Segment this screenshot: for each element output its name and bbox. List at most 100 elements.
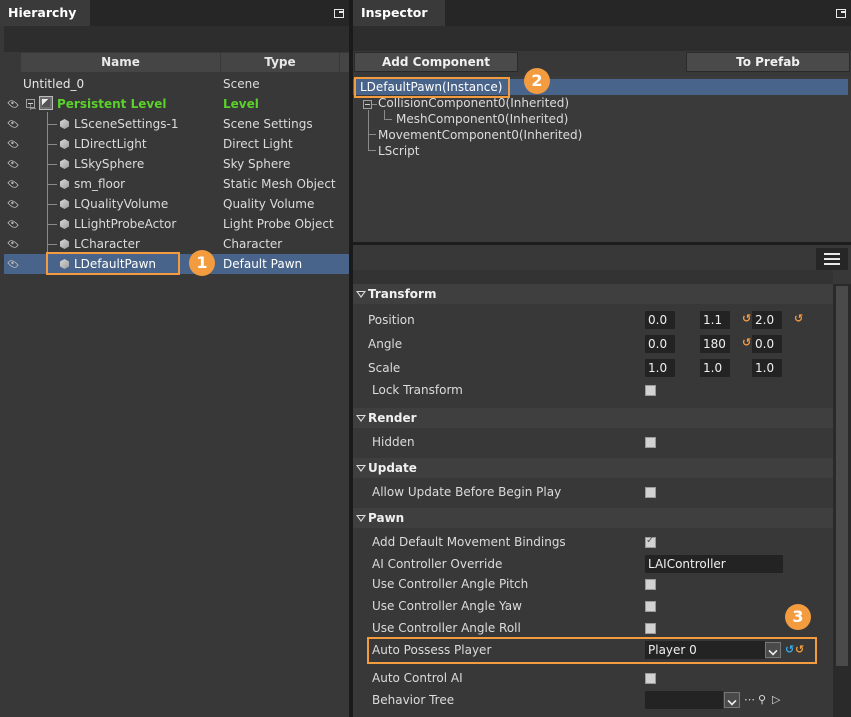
component-row-lscript[interactable]: LScript bbox=[378, 143, 420, 159]
inspector-tab-strip bbox=[445, 0, 851, 26]
hidden-checkbox[interactable] bbox=[645, 437, 656, 448]
scale-label: Scale bbox=[368, 361, 401, 375]
hierarchy-row-untitled[interactable]: Untitled_0 Scene bbox=[4, 74, 349, 94]
scrollbar-thumb[interactable] bbox=[836, 286, 848, 666]
hierarchy-row-direct-light[interactable]: LDirectLight Direct Light bbox=[4, 134, 349, 154]
tree-line bbox=[368, 150, 376, 151]
section-pawn[interactable]: Pawn bbox=[353, 508, 833, 528]
section-label: Render bbox=[368, 411, 417, 425]
hierarchy-row-quality-volume[interactable]: LQualityVolume Quality Volume bbox=[4, 194, 349, 214]
hamburger-menu-icon[interactable] bbox=[816, 248, 848, 270]
pin-icon[interactable] bbox=[333, 7, 345, 19]
actor-cube-icon bbox=[59, 118, 70, 130]
reset-arrow-icon[interactable]: ↺ bbox=[742, 336, 751, 349]
hierarchy-row-scene-settings[interactable]: LSceneSettings-1 Scene Settings bbox=[4, 114, 349, 134]
column-header-type[interactable]: Type bbox=[221, 53, 339, 72]
angle-y-field[interactable]: 180 bbox=[700, 335, 730, 353]
section-label: Update bbox=[368, 461, 417, 475]
inspector-tab[interactable]: Inspector bbox=[353, 0, 445, 26]
hierarchy-row-light-probe[interactable]: LLightProbeActor Light Probe Object bbox=[4, 214, 349, 234]
hierarchy-tab[interactable]: Hierarchy bbox=[0, 0, 90, 26]
section-divider[interactable] bbox=[353, 242, 851, 245]
row-type: Scene Settings bbox=[223, 117, 313, 131]
eye-icon[interactable] bbox=[7, 178, 19, 190]
add-bindings-label: Add Default Movement Bindings bbox=[372, 535, 566, 549]
callout-badge-2: 2 bbox=[524, 68, 550, 94]
eye-icon[interactable] bbox=[7, 258, 19, 270]
lock-transform-checkbox[interactable] bbox=[645, 385, 656, 396]
to-prefab-button[interactable]: To Prefab bbox=[686, 52, 850, 72]
hierarchy-row-sky-sphere[interactable]: LSkySphere Sky Sphere bbox=[4, 154, 349, 174]
behavior-tree-field[interactable] bbox=[645, 691, 723, 709]
eye-icon[interactable] bbox=[7, 138, 19, 150]
hierarchy-row-sm-floor[interactable]: sm_floor Static Mesh Object bbox=[4, 174, 349, 194]
component-tree: LDefaultPawn(Instance) CollisionComponen… bbox=[353, 76, 851, 242]
allow-update-checkbox[interactable] bbox=[645, 487, 656, 498]
component-row-mesh[interactable]: MeshComponent0(Inherited) bbox=[396, 111, 568, 127]
play-arrow-icon[interactable]: ▷ bbox=[772, 693, 780, 707]
angle-x-field[interactable]: 0.0 bbox=[645, 335, 675, 353]
allow-update-label: Allow Update Before Begin Play bbox=[372, 485, 562, 499]
callout-highlight-1 bbox=[46, 252, 180, 275]
reset-arrow-icon[interactable]: ↺ bbox=[742, 312, 751, 325]
row-name: LCharacter bbox=[74, 237, 140, 251]
actor-cube-icon bbox=[59, 218, 70, 230]
tree-line bbox=[372, 104, 377, 105]
row-type: Sky Sphere bbox=[223, 157, 291, 171]
chevron-down-icon[interactable] bbox=[724, 692, 740, 708]
search-icon[interactable]: ⚲ bbox=[758, 693, 766, 707]
hierarchy-row-persistent-level[interactable]: Persistent Level Level bbox=[4, 94, 349, 114]
eye-icon[interactable] bbox=[7, 218, 19, 230]
add-component-button[interactable]: Add Component bbox=[354, 52, 518, 72]
hierarchy-tab-strip bbox=[90, 0, 349, 26]
hierarchy-search-input[interactable] bbox=[4, 26, 349, 52]
add-bindings-checkbox[interactable] bbox=[645, 535, 656, 548]
column-header-name[interactable]: Name bbox=[21, 53, 220, 72]
eye-icon[interactable] bbox=[7, 158, 19, 170]
row-type: Quality Volume bbox=[223, 197, 315, 211]
row-type: Scene bbox=[223, 77, 260, 91]
callout-badge-1: 1 bbox=[189, 250, 215, 276]
hierarchy-row-character[interactable]: LCharacter Character bbox=[4, 234, 349, 254]
pitch-label: Use Controller Angle Pitch bbox=[372, 577, 529, 591]
section-label: Pawn bbox=[368, 511, 405, 525]
section-transform[interactable]: Transform bbox=[353, 284, 833, 304]
eye-icon[interactable] bbox=[7, 198, 19, 210]
angle-z-field[interactable]: 0.0 bbox=[752, 335, 782, 353]
tree-line bbox=[368, 134, 369, 150]
browse-ellipsis-icon[interactable]: ⋯ bbox=[744, 693, 755, 707]
callout-highlight-2 bbox=[354, 77, 510, 98]
roll-checkbox[interactable] bbox=[645, 623, 656, 634]
position-y-field[interactable]: 1.1 bbox=[700, 311, 730, 329]
scale-x-field[interactable]: 1.0 bbox=[645, 359, 675, 377]
inspector-scrollbar[interactable] bbox=[833, 284, 851, 717]
section-render[interactable]: Render bbox=[353, 408, 833, 428]
position-x-field[interactable]: 0.0 bbox=[645, 311, 675, 329]
column-header-extra bbox=[340, 53, 349, 72]
collapse-icon[interactable] bbox=[363, 100, 372, 109]
eye-icon[interactable] bbox=[7, 118, 19, 130]
pin-icon[interactable] bbox=[835, 7, 847, 19]
row-name: Persistent Level bbox=[57, 97, 167, 111]
pitch-checkbox[interactable] bbox=[645, 579, 656, 590]
reset-arrow-icon[interactable]: ↺ bbox=[794, 312, 803, 325]
level-icon bbox=[39, 96, 53, 110]
behavior-tree-label: Behavior Tree bbox=[372, 693, 455, 707]
ai-override-field[interactable]: LAIController bbox=[645, 555, 783, 573]
eye-icon[interactable] bbox=[7, 238, 19, 250]
section-update[interactable]: Update bbox=[353, 458, 833, 478]
component-row-movement[interactable]: MovementComponent0(Inherited) bbox=[378, 127, 582, 143]
auto-control-ai-label: Auto Control AI bbox=[372, 671, 463, 685]
eye-icon[interactable] bbox=[7, 98, 19, 110]
row-type: Static Mesh Object bbox=[223, 177, 336, 191]
position-z-field[interactable]: 2.0 bbox=[752, 311, 782, 329]
collapse-triangle-icon bbox=[356, 291, 366, 298]
tree-line bbox=[368, 110, 369, 134]
scale-y-field[interactable]: 1.0 bbox=[700, 359, 730, 377]
auto-control-ai-checkbox[interactable] bbox=[645, 673, 656, 684]
row-name: LSkySphere bbox=[74, 157, 145, 171]
collapse-icon[interactable] bbox=[26, 99, 35, 108]
scale-z-field[interactable]: 1.0 bbox=[752, 359, 782, 377]
section-label: Transform bbox=[368, 287, 437, 301]
yaw-checkbox[interactable] bbox=[645, 601, 656, 612]
